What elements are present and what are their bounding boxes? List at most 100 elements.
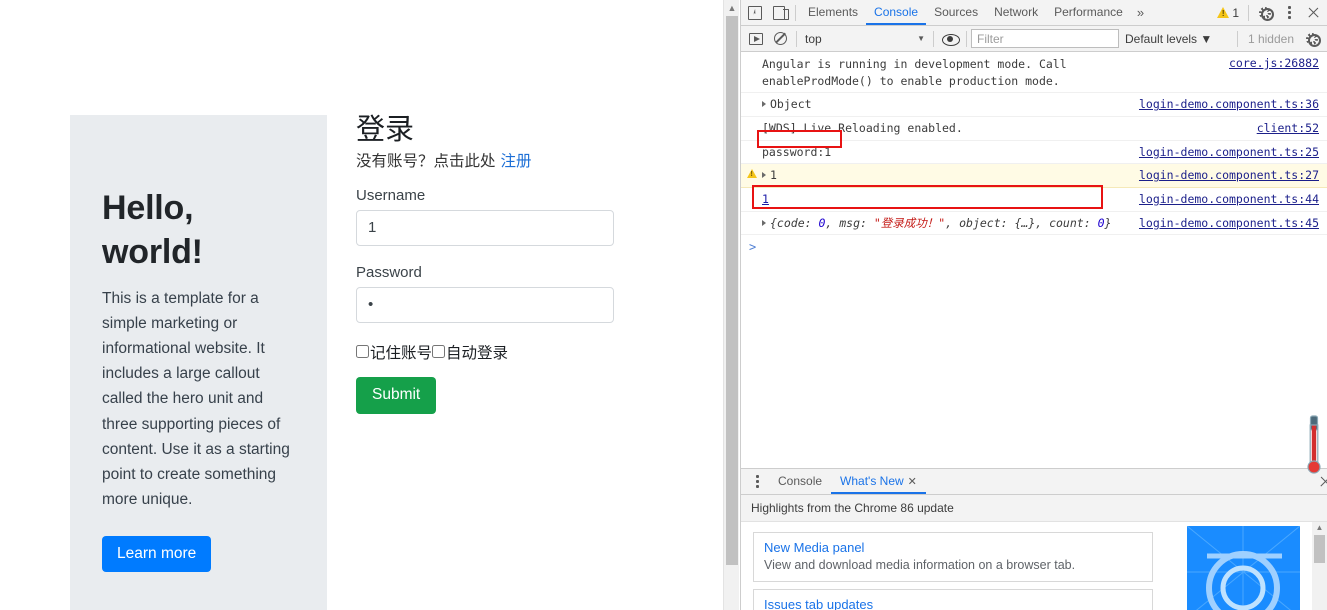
close-icon[interactable]	[1301, 1, 1325, 25]
scrollbar-thumb[interactable]	[726, 16, 738, 565]
console-source-link[interactable]: login-demo.component.ts:44	[1139, 191, 1319, 208]
whats-new-scrollbar[interactable]: ▲	[1312, 522, 1327, 610]
whats-new-card[interactable]: New Media panel View and download media …	[753, 532, 1153, 582]
expand-triangle-icon[interactable]	[762, 101, 766, 108]
tab-performance[interactable]: Performance	[1046, 0, 1131, 25]
divider	[796, 30, 797, 47]
login-subtitle: 没有账号？点击此处 注册	[356, 151, 616, 171]
auto-login-label[interactable]: 自动登录	[446, 341, 508, 363]
password-input[interactable]	[356, 286, 614, 323]
auto-login-checkbox[interactable]	[432, 345, 446, 359]
drawer-tab-console[interactable]: Console	[769, 469, 831, 494]
warning-triangle-icon	[747, 169, 757, 180]
whats-new-card[interactable]: Issues tab updates	[753, 589, 1153, 610]
tab-sources[interactable]: Sources	[926, 0, 986, 25]
console-message-text: password:1	[762, 144, 832, 159]
drawer-kebab-menu-icon[interactable]	[745, 470, 769, 494]
whats-new-content: New Media panel View and download media …	[741, 522, 1327, 610]
inspect-element-icon[interactable]	[743, 1, 767, 25]
gear-icon[interactable]	[1253, 1, 1277, 25]
login-form: 登录 没有账号？点击此处 注册 Username Password 记住账号 自…	[356, 112, 616, 414]
console-source-link[interactable]: login-demo.component.ts:36	[1139, 96, 1319, 113]
tab-elements[interactable]: Elements	[800, 0, 866, 25]
console-source-link[interactable]: client:52	[1257, 120, 1319, 137]
whats-new-card-desc: View and download media information on a…	[764, 558, 1076, 572]
console-message-label: Object	[770, 97, 812, 112]
username-input[interactable]	[356, 209, 614, 246]
hero-description: This is a template for a simple marketin…	[102, 290, 290, 508]
expand-triangle-icon[interactable]	[762, 172, 766, 179]
whats-new-illustration	[1187, 526, 1300, 610]
console-message-row-warning[interactable]: 1 login-demo.component.ts:27	[741, 164, 1327, 189]
login-options: 记住账号 自动登录	[356, 341, 616, 363]
console-message-text: Object	[741, 96, 812, 113]
console-message-text: 1	[741, 191, 769, 208]
console-source-link[interactable]: login-demo.component.ts:25	[1139, 144, 1319, 161]
drawer-tabbar: Console What's New ✕	[741, 469, 1327, 495]
scroll-up-arrow-icon[interactable]: ▲	[724, 0, 740, 16]
tab-network[interactable]: Network	[986, 0, 1046, 25]
drawer-tab-label: What's New	[840, 474, 904, 488]
console-message-list[interactable]: Angular is running in development mode. …	[741, 52, 1327, 466]
password-label: Password	[356, 263, 422, 281]
object-close: }	[1104, 215, 1112, 230]
scrollbar-thumb[interactable]	[1314, 535, 1325, 563]
divider	[1248, 4, 1249, 21]
execution-context-select[interactable]: top ▼	[801, 32, 929, 46]
console-message-row[interactable]: password:1 login-demo.component.ts:25	[741, 141, 1327, 165]
remember-account-checkbox[interactable]	[356, 345, 369, 359]
whats-new-card-title[interactable]: New Media panel	[764, 540, 1142, 555]
hidden-messages-count: 1 hidden	[1247, 31, 1294, 46]
drawer-tab-close-icon[interactable]: ✕	[908, 476, 917, 488]
console-message-row[interactable]: Angular is running in development mode. …	[741, 52, 1327, 94]
username-label: Username	[356, 186, 426, 204]
page-vertical-scrollbar[interactable]: ▲	[723, 0, 739, 610]
console-source-link[interactable]: login-demo.component.ts:27	[1139, 167, 1319, 184]
kebab-menu-icon[interactable]	[1277, 1, 1301, 25]
tab-console[interactable]: Console	[866, 0, 927, 25]
console-message-row[interactable]: {code: 0 , msg: "登录成功！", object: {…}, cou…	[741, 212, 1327, 236]
divider	[795, 4, 796, 21]
scroll-up-arrow-icon[interactable]: ▲	[1312, 522, 1327, 534]
drawer-tab-whats-new[interactable]: What's New ✕	[831, 469, 926, 494]
live-expression-icon[interactable]	[938, 27, 962, 51]
execution-context-value: top	[805, 31, 822, 46]
console-prompt-row[interactable]: >	[741, 235, 1327, 254]
hero-card: Hello, world! This is a template for a s…	[70, 115, 327, 610]
object-open: {code:	[770, 215, 819, 230]
console-message-row[interactable]: Object login-demo.component.ts:36	[741, 93, 1327, 118]
log-levels-select[interactable]: Default levels ▼	[1119, 32, 1218, 46]
whats-new-card-title[interactable]: Issues tab updates	[764, 597, 1142, 610]
console-message-text: Angular is running in development mode. …	[762, 57, 1067, 88]
divider	[933, 30, 934, 47]
object-count-value: 0	[1097, 215, 1105, 230]
console-toolbar: top ▼ Default levels ▼ 1 hidden	[741, 26, 1327, 52]
console-message-row[interactable]: 1 login-demo.component.ts:44	[741, 188, 1327, 212]
console-settings-gear-icon[interactable]	[1300, 27, 1324, 51]
resize-cursor-icon	[1307, 415, 1321, 474]
learn-more-button[interactable]: Learn more	[102, 536, 212, 573]
warning-count-label: 1	[1232, 5, 1239, 20]
whats-new-header: Highlights from the Chrome 86 update	[741, 495, 1327, 522]
hero-title: Hello, world!	[102, 189, 203, 271]
console-source-link[interactable]: core.js:26882	[1229, 55, 1319, 72]
clear-console-icon[interactable]	[768, 27, 792, 51]
console-message-label[interactable]: 1	[762, 192, 769, 206]
devtools-tabbar: Elements Console Sources Network Perform…	[741, 0, 1327, 26]
register-link[interactable]: 注册	[500, 152, 531, 170]
divider	[1236, 30, 1238, 47]
console-sidebar-icon[interactable]	[744, 27, 768, 51]
devtools-drawer: Console What's New ✕ Highlights from the …	[741, 468, 1327, 610]
remember-account-label[interactable]: 记住账号	[370, 341, 432, 363]
submit-button[interactable]: Submit	[356, 376, 437, 414]
console-source-link[interactable]: login-demo.component.ts:45	[1139, 215, 1319, 232]
expand-triangle-icon[interactable]	[762, 219, 766, 226]
console-message-row[interactable]: [WDS] Live Reloading enabled. client:52	[741, 117, 1327, 141]
console-filter-input[interactable]	[971, 29, 1119, 48]
device-toolbar-icon[interactable]	[767, 1, 791, 25]
more-tabs-icon[interactable]: »	[1131, 5, 1150, 20]
warning-triangle-icon	[1217, 7, 1230, 18]
warning-count-badge[interactable]: 1	[1212, 6, 1244, 20]
object-msg-value: "登录成功！"	[873, 215, 946, 230]
login-subtitle-text: 没有账号？点击此处	[356, 151, 501, 170]
